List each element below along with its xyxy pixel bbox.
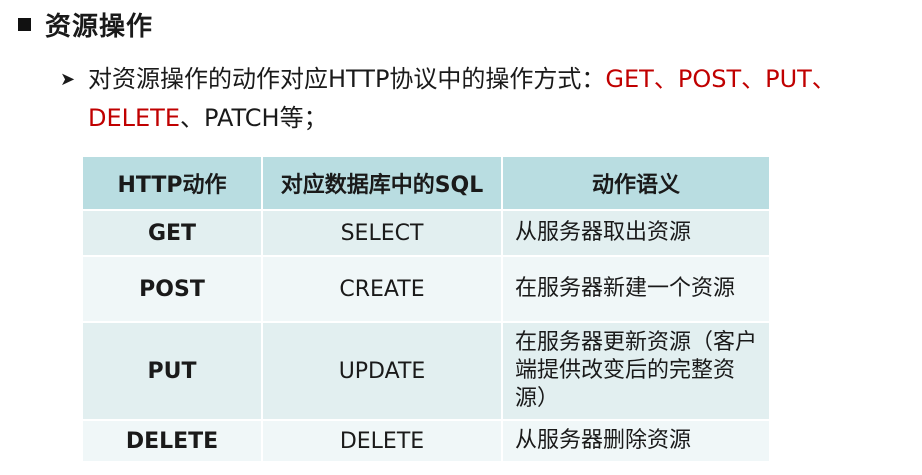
cell-action: POST	[83, 256, 263, 323]
cell-meaning: 在服务器新建一个资源	[502, 256, 771, 323]
cell-sql: SELECT	[262, 210, 503, 257]
header-sql: 对应数据库中的SQL	[262, 157, 503, 211]
header-semantics: 动作语义	[502, 157, 771, 211]
table-row: POST CREATE 在服务器新建一个资源	[83, 256, 771, 323]
cell-meaning: 从服务器取出资源	[502, 210, 771, 257]
cell-sql: DELETE	[262, 420, 503, 463]
http-actions-table: HTTP动作 对应数据库中的SQL 动作语义 GET SELECT 从服务器取出…	[83, 157, 771, 463]
cell-action: GET	[83, 210, 263, 257]
cell-meaning: 从服务器删除资源	[502, 420, 771, 463]
table-row: PUT UPDATE 在服务器更新资源（客户端提供改变后的完整资源）	[83, 322, 771, 421]
cell-action: PUT	[83, 322, 263, 421]
bullet-point: ➤ 对资源操作的动作对应HTTP协议中的操作方式：GET、POST、PUT、 DE…	[60, 60, 905, 137]
bullet-line2: DELETE、PATCH等；	[60, 99, 905, 137]
cell-action: DELETE	[83, 420, 263, 463]
bullet-text: 对资源操作的动作对应HTTP协议中的操作方式：	[88, 65, 606, 93]
http-methods-line1: GET、POST、PUT、	[605, 65, 836, 93]
table-header-row: HTTP动作 对应数据库中的SQL 动作语义	[83, 157, 771, 211]
http-methods-rest: 、PATCH等；	[180, 104, 328, 132]
header-http-action: HTTP动作	[83, 157, 263, 211]
square-bullet-icon	[18, 18, 31, 31]
cell-meaning: 在服务器更新资源（客户端提供改变后的完整资源）	[502, 322, 771, 421]
http-method-delete: DELETE	[88, 104, 181, 132]
table-row: GET SELECT 从服务器取出资源	[83, 210, 771, 257]
section-title: 资源操作	[45, 12, 154, 42]
cell-sql: CREATE	[262, 256, 503, 323]
arrow-bullet-icon: ➤	[60, 69, 76, 90]
slide: 资源操作 ➤ 对资源操作的动作对应HTTP协议中的操作方式：GET、POST、PU…	[0, 0, 922, 475]
table-row: DELETE DELETE 从服务器删除资源	[83, 420, 771, 463]
section-heading: 资源操作	[18, 6, 153, 43]
cell-sql: UPDATE	[262, 322, 503, 421]
